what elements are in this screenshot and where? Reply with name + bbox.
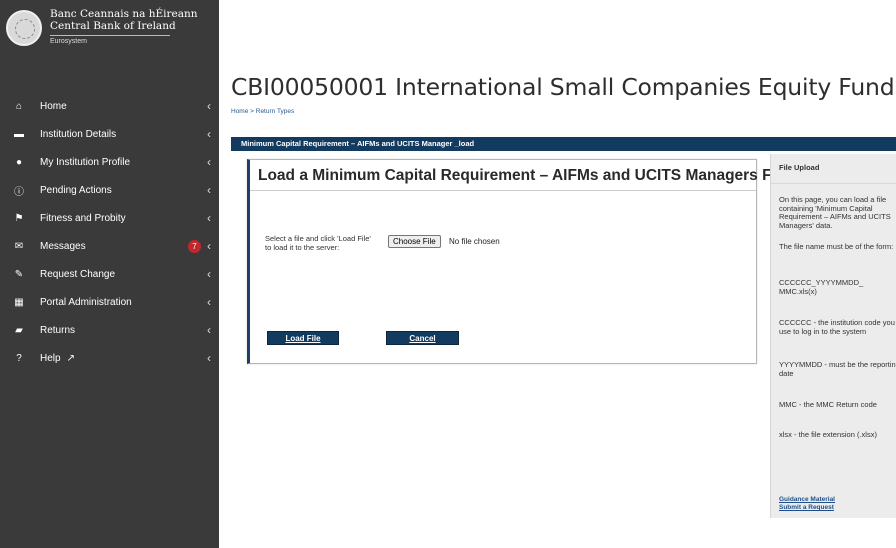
sidebar-item-my-institution-profile[interactable]: ● My Institution Profile ‹: [0, 148, 219, 176]
help-text-code: CCCCCC - the institution code you use to…: [779, 318, 895, 336]
sidebar-item-help[interactable]: ? Help ↗ ‹: [0, 344, 219, 372]
sidebar: Banc Ceannais na hÉireann Central Bank o…: [0, 0, 219, 548]
cancel-button[interactable]: Cancel: [386, 331, 459, 345]
upload-card: Load a Minimum Capital Requirement – AIF…: [247, 159, 789, 364]
chevron-left-icon: ‹: [207, 351, 211, 365]
user-icon: ●: [15, 156, 23, 168]
sidebar-item-label: Portal Administration: [40, 296, 132, 308]
page-title: CBI00050001 International Small Companie…: [231, 73, 895, 101]
sidebar-item-label: Help: [40, 352, 61, 364]
envelope-icon: ✉: [14, 240, 24, 252]
unread-count-badge: 7: [188, 239, 201, 253]
help-text-mmc: MMC - the MMC Return code: [779, 400, 877, 409]
chevron-left-icon: ‹: [207, 295, 211, 309]
sidebar-item-home[interactable]: ⌂ Home ‹: [0, 92, 219, 120]
harp-seal-logo: [6, 10, 42, 46]
brand-english: Central Bank of Ireland: [50, 20, 176, 32]
sidebar-item-institution-details[interactable]: ▬ Institution Details ‹: [0, 120, 219, 148]
help-text-date: YYYYMMDD - must be the reporting date: [779, 360, 896, 378]
sidebar-item-label: Pending Actions: [40, 184, 112, 196]
help-text-extension: xlsx - the file extension (.xlsx): [779, 430, 877, 439]
flag-icon: ⚑: [14, 212, 24, 224]
chevron-left-icon: ‹: [207, 155, 211, 169]
sidebar-item-label: Request Change: [40, 268, 116, 280]
sidebar-item-label: My Institution Profile: [40, 156, 131, 168]
sidebar-item-returns[interactable]: ▰ Returns ‹: [0, 316, 219, 344]
chevron-left-icon: ‹: [207, 99, 211, 113]
brand-divider: [50, 35, 170, 36]
chevron-left-icon: ‹: [207, 183, 211, 197]
help-text-filename: The file name must be of the form:: [779, 242, 894, 251]
brand-irish: Banc Ceannais na hÉireann: [50, 8, 198, 20]
sidebar-item-messages[interactable]: ✉ Messages 7 ‹: [0, 232, 219, 260]
sidebar-item-label: Home: [40, 100, 67, 112]
brand[interactable]: Banc Ceannais na hÉireann Central Bank o…: [0, 0, 219, 92]
sidebar-item-request-change[interactable]: ✎ Request Change ‹: [0, 260, 219, 288]
brand-text: Banc Ceannais na hÉireann Central Bank o…: [50, 8, 198, 45]
chevron-left-icon: ‹: [207, 239, 211, 253]
submit-request-link[interactable]: Submit a Request: [779, 504, 834, 511]
help-text-intro: On this page, you can load a file contai…: [779, 195, 891, 230]
brand-tagline: Eurosystem: [50, 38, 87, 45]
sidebar-item-portal-administration[interactable]: ▦ Portal Administration ‹: [0, 288, 219, 316]
upload-prompt: Select a file and click 'Load File' to l…: [265, 234, 371, 252]
sidebar-item-pending-actions[interactable]: ⓘ Pending Actions ‹: [0, 176, 219, 204]
breadcrumb[interactable]: Home > Return Types: [231, 108, 294, 115]
help-text-pattern: CCCCCC_YYYYMMDD_ MMC.xls(x): [779, 278, 864, 296]
title-divider: [250, 190, 756, 191]
choose-file-button[interactable]: Choose File: [388, 235, 441, 248]
panel-header: Minimum Capital Requirement – AIFMs and …: [231, 137, 896, 151]
folder-icon: ▰: [15, 324, 23, 336]
help-panel-title: File Upload: [771, 154, 896, 184]
load-file-button[interactable]: Load File: [267, 331, 339, 345]
file-status: No file chosen: [449, 237, 500, 246]
help-panel: File Upload On this page, you can load a…: [770, 154, 896, 518]
chevron-left-icon: ‹: [207, 323, 211, 337]
sidebar-item-fitness-and-probity[interactable]: ⚑ Fitness and Probity ‹: [0, 204, 219, 232]
edit-icon: ✎: [14, 268, 24, 280]
home-icon: ⌂: [15, 100, 23, 112]
chevron-left-icon: ‹: [207, 211, 211, 225]
sidebar-item-label: Returns: [40, 324, 76, 336]
question-icon: ?: [16, 352, 22, 364]
sidebar-item-label: Institution Details: [40, 128, 117, 140]
external-link-icon: ↗: [66, 352, 75, 364]
building-icon: ▬: [14, 128, 24, 140]
info-icon: ⓘ: [14, 186, 24, 198]
form-title: Load a Minimum Capital Requirement – AIF…: [258, 167, 789, 184]
guidance-material-link[interactable]: Guidance Material: [779, 496, 835, 503]
sidebar-item-label: Fitness and Probity: [40, 212, 126, 224]
chevron-left-icon: ‹: [207, 127, 211, 141]
chevron-left-icon: ‹: [207, 267, 211, 281]
grid-icon: ▦: [14, 296, 24, 308]
